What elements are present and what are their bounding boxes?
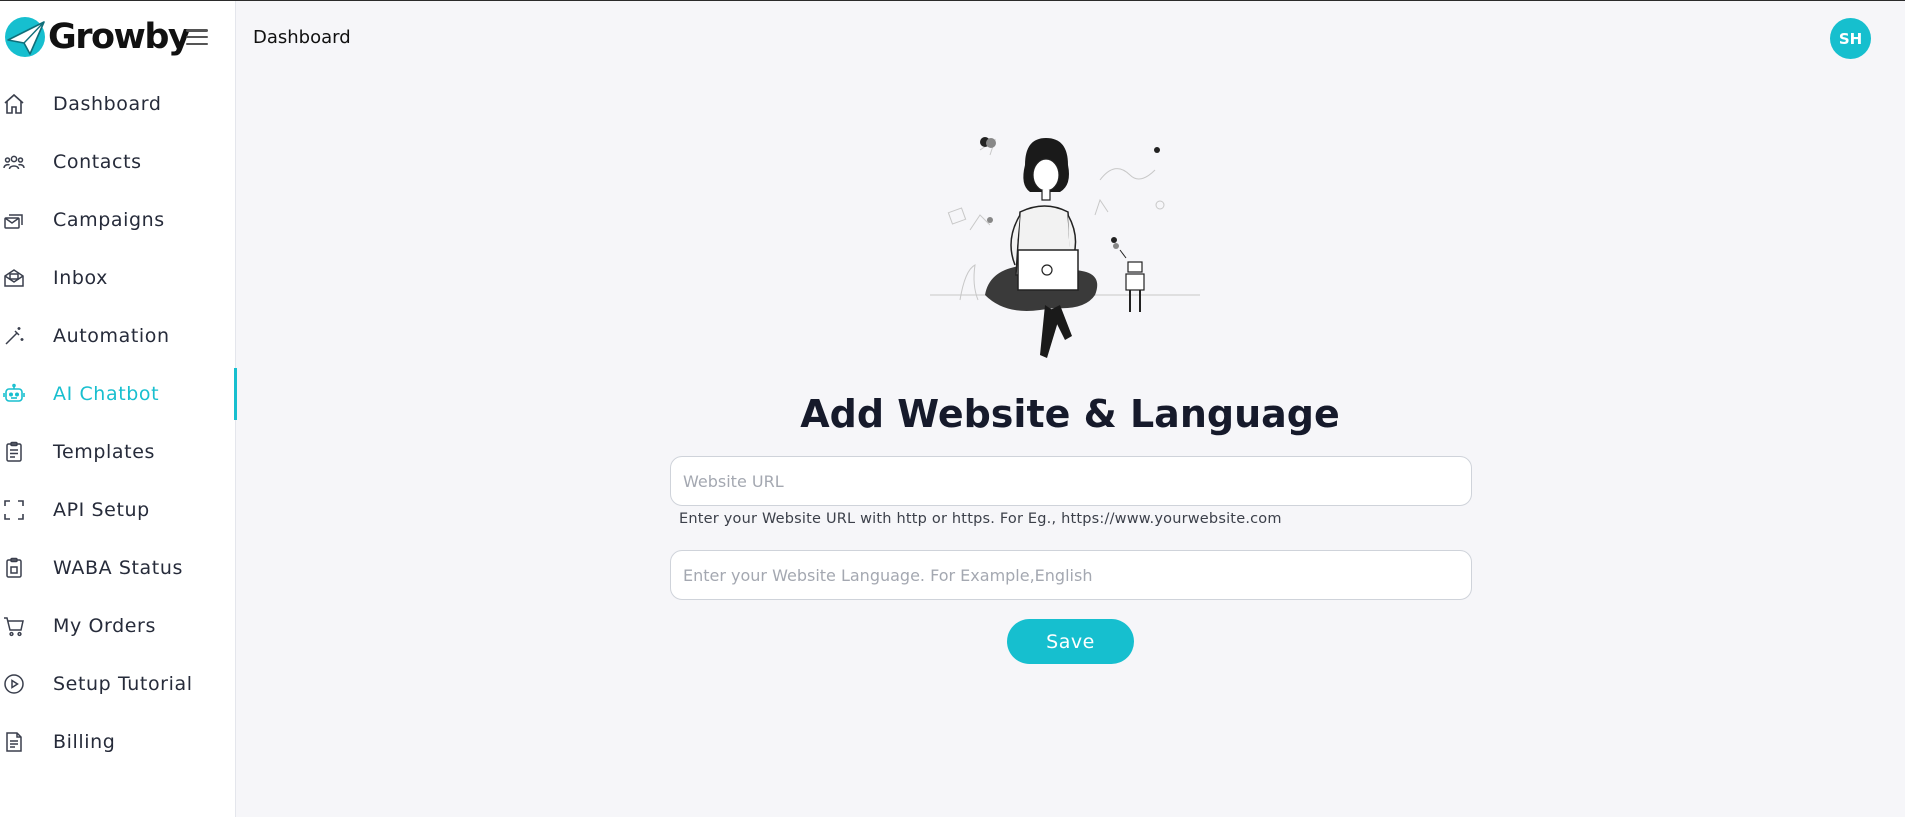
sidebar: Growby Dashboard Contacts Campaigns Inbo… <box>0 1 237 817</box>
sidebar-item-dashboard[interactable]: Dashboard <box>0 75 236 133</box>
users-icon <box>2 150 26 174</box>
home-icon <box>2 92 26 116</box>
campaign-icon <box>2 208 26 232</box>
clipboard-icon <box>2 440 26 464</box>
brand-logo[interactable]: Growby <box>4 15 191 59</box>
document-icon <box>2 730 26 754</box>
sidebar-item-inbox[interactable]: Inbox <box>0 249 236 307</box>
sidebar-item-label: WABA Status <box>53 557 183 579</box>
sidebar-item-label: Contacts <box>53 151 142 173</box>
sidebar-item-templates[interactable]: Templates <box>0 423 236 481</box>
sidebar-item-label: Setup Tutorial <box>53 673 193 695</box>
top-border <box>0 0 1905 1</box>
hamburger-menu-icon[interactable] <box>186 29 208 45</box>
sidebar-item-label: Dashboard <box>53 93 162 115</box>
sidebar-item-setup-tutorial[interactable]: Setup Tutorial <box>0 655 236 713</box>
sidebar-item-label: Inbox <box>53 267 108 289</box>
sidebar-item-ai-chatbot[interactable]: AI Chatbot <box>0 365 237 423</box>
website-language-input[interactable] <box>670 550 1472 600</box>
sidebar-item-waba-status[interactable]: WABA Status <box>0 539 236 597</box>
sidebar-nav: Dashboard Contacts Campaigns Inbox Autom… <box>0 75 237 771</box>
clipboard-check-icon <box>2 556 26 580</box>
page-title: Dashboard <box>253 27 351 48</box>
sidebar-item-label: API Setup <box>53 499 150 521</box>
play-circle-icon <box>2 672 26 696</box>
website-url-input[interactable] <box>670 456 1472 506</box>
inbox-icon <box>2 266 26 290</box>
robot-icon <box>2 382 26 406</box>
sidebar-item-contacts[interactable]: Contacts <box>0 133 236 191</box>
sidebar-item-campaigns[interactable]: Campaigns <box>0 191 236 249</box>
save-button[interactable]: Save <box>1007 619 1134 664</box>
woman-laptop-illustration <box>930 137 1200 358</box>
sidebar-item-label: Billing <box>53 731 116 753</box>
form-title: Add Website & Language <box>800 392 1340 436</box>
brand-name: Growby <box>48 17 191 57</box>
sidebar-item-billing[interactable]: Billing <box>0 713 236 771</box>
sidebar-item-label: My Orders <box>53 615 156 637</box>
sidebar-item-label: AI Chatbot <box>53 383 160 405</box>
avatar[interactable]: SH <box>1830 18 1871 59</box>
website-url-hint: Enter your Website URL with http or http… <box>679 511 1282 527</box>
frame-icon <box>2 498 26 522</box>
sidebar-item-automation[interactable]: Automation <box>0 307 236 365</box>
paper-plane-logo-icon <box>5 17 45 57</box>
sidebar-item-label: Campaigns <box>53 209 165 231</box>
sidebar-item-api-setup[interactable]: API Setup <box>0 481 236 539</box>
sidebar-item-label: Automation <box>53 325 170 347</box>
sidebar-item-my-orders[interactable]: My Orders <box>0 597 236 655</box>
cart-icon <box>2 614 26 638</box>
sidebar-item-label: Templates <box>53 441 155 463</box>
magic-wand-icon <box>2 324 26 348</box>
